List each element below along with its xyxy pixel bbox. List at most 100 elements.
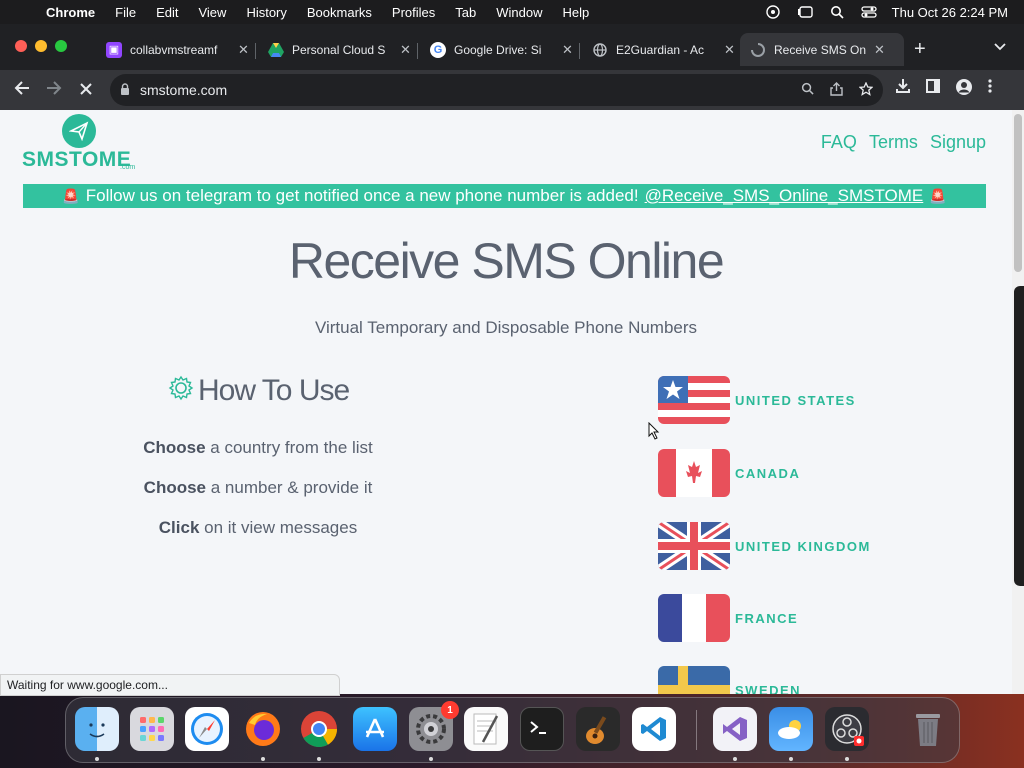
visual-studio-icon[interactable] bbox=[713, 707, 757, 751]
new-tab-button[interactable]: + bbox=[914, 38, 926, 61]
country-name[interactable]: FRANCE bbox=[735, 611, 798, 626]
tab-strip: ▣ collabvmstreamf ✕ Personal Cloud S ✕ G… bbox=[0, 24, 1024, 70]
app-store-icon[interactable] bbox=[353, 707, 397, 751]
country-france[interactable]: FRANCE bbox=[658, 594, 798, 642]
launchpad-icon[interactable] bbox=[130, 707, 174, 751]
stage-manager-icon[interactable] bbox=[796, 5, 814, 19]
close-tab-icon[interactable]: ✕ bbox=[724, 42, 735, 58]
notification-badge: 1 bbox=[441, 701, 459, 719]
how-to-title: How To Use bbox=[198, 374, 350, 407]
step-text: a country from the list bbox=[205, 438, 373, 457]
canada-flag-icon bbox=[658, 449, 730, 497]
country-name[interactable]: UNITED KINGDOM bbox=[735, 539, 871, 554]
dock-separator bbox=[696, 710, 697, 750]
more-menu-icon[interactable] bbox=[987, 78, 993, 100]
garageband-icon[interactable] bbox=[576, 707, 620, 751]
site-logo[interactable]: SMSTOME .com bbox=[22, 114, 142, 172]
country-name[interactable]: UNITED STATES bbox=[735, 393, 856, 408]
running-indicator bbox=[789, 757, 793, 761]
step-1: Choose a country from the list bbox=[100, 438, 416, 458]
lock-icon[interactable] bbox=[120, 82, 130, 98]
minimize-window-button[interactable] bbox=[35, 40, 47, 52]
nav-faq-link[interactable]: FAQ bbox=[821, 132, 857, 153]
logo-subtext: .com bbox=[120, 164, 136, 171]
menu-help[interactable]: Help bbox=[553, 5, 600, 20]
top-nav: FAQ Terms Signup bbox=[821, 132, 986, 153]
step-bold: Click bbox=[158, 518, 200, 537]
banner-text: Follow us on telegram to get notified on… bbox=[85, 186, 639, 205]
loading-icon bbox=[750, 42, 766, 58]
web-page: SMSTOME .com FAQ Terms Signup 🚨 Follow u… bbox=[0, 110, 1012, 694]
tab-separator bbox=[579, 43, 580, 59]
menu-tab[interactable]: Tab bbox=[445, 5, 486, 20]
tab-separator bbox=[417, 43, 418, 59]
menu-profiles[interactable]: Profiles bbox=[382, 5, 445, 20]
country-canada[interactable]: CANADA bbox=[658, 449, 800, 497]
trash-icon[interactable] bbox=[906, 707, 950, 751]
close-window-button[interactable] bbox=[15, 40, 27, 52]
textedit-icon[interactable] bbox=[464, 707, 508, 751]
zoom-window-button[interactable] bbox=[55, 40, 67, 52]
telegram-link[interactable]: @Receive_SMS_Online_SMSTOME bbox=[645, 186, 924, 206]
control-center-icon[interactable] bbox=[860, 5, 878, 19]
chrome-icon[interactable] bbox=[297, 707, 341, 751]
menu-bookmarks[interactable]: Bookmarks bbox=[297, 5, 382, 20]
finder-icon[interactable] bbox=[75, 707, 119, 751]
back-arrow-icon[interactable] bbox=[6, 80, 38, 101]
dock: 1 bbox=[65, 697, 960, 763]
bookmark-star-icon[interactable] bbox=[858, 80, 874, 99]
menu-window[interactable]: Window bbox=[486, 5, 552, 20]
profile-avatar-icon[interactable] bbox=[955, 78, 973, 100]
country-united-kingdom[interactable]: UNITED KINGDOM bbox=[658, 522, 871, 570]
tab-search-icon[interactable] bbox=[994, 40, 1006, 54]
menu-file[interactable]: File bbox=[105, 5, 146, 20]
screen-share-icon[interactable] bbox=[764, 5, 782, 19]
settings-icon[interactable]: 1 bbox=[409, 701, 459, 751]
stop-loading-icon[interactable] bbox=[70, 80, 102, 101]
running-indicator bbox=[733, 757, 737, 761]
tab-google-drive[interactable]: G Google Drive: Si ✕ bbox=[420, 33, 583, 66]
country-name[interactable]: SWEDEN bbox=[735, 683, 801, 695]
vscode-icon[interactable] bbox=[632, 707, 676, 751]
country-united-states[interactable]: UNITED STATES bbox=[658, 376, 856, 424]
url-text[interactable]: smstome.com bbox=[140, 82, 227, 98]
close-tab-icon[interactable]: ✕ bbox=[874, 42, 885, 58]
nav-terms-link[interactable]: Terms bbox=[869, 132, 918, 153]
close-tab-icon[interactable]: ✕ bbox=[238, 42, 249, 58]
tab-receive-sms[interactable]: Receive SMS On ✕ bbox=[740, 33, 904, 66]
close-tab-icon[interactable]: ✕ bbox=[562, 42, 573, 58]
close-tab-icon[interactable]: ✕ bbox=[400, 42, 411, 58]
running-indicator bbox=[95, 757, 99, 761]
safari-icon[interactable] bbox=[185, 707, 229, 751]
tab-e2guardian[interactable]: E2Guardian - Ac ✕ bbox=[582, 33, 745, 66]
scrollbar-thumb[interactable] bbox=[1014, 114, 1022, 272]
menu-app-name[interactable]: Chrome bbox=[36, 5, 105, 20]
weather-icon[interactable] bbox=[769, 707, 813, 751]
terminal-icon[interactable] bbox=[520, 707, 564, 751]
menu-history[interactable]: History bbox=[236, 5, 296, 20]
share-icon[interactable] bbox=[830, 81, 843, 99]
menubar-clock[interactable]: Thu Oct 26 2:24 PM bbox=[892, 5, 1008, 20]
step-text: on it view messages bbox=[199, 518, 358, 537]
us-flag-icon bbox=[658, 376, 730, 424]
search-icon[interactable] bbox=[828, 5, 846, 19]
menu-view[interactable]: View bbox=[188, 5, 236, 20]
menu-edit[interactable]: Edit bbox=[146, 5, 188, 20]
firefox-icon[interactable] bbox=[241, 707, 285, 751]
forward-arrow-icon[interactable] bbox=[38, 80, 70, 101]
side-panel-icon[interactable] bbox=[925, 78, 941, 100]
tab-personal-cloud[interactable]: Personal Cloud S ✕ bbox=[258, 33, 421, 66]
download-icon[interactable] bbox=[895, 78, 911, 100]
obs-icon[interactable] bbox=[825, 707, 869, 751]
browser-toolbar: smstome.com bbox=[0, 70, 1024, 110]
google-icon: G bbox=[430, 41, 446, 58]
tab-collabvm[interactable]: ▣ collabvmstreamf ✕ bbox=[96, 33, 259, 66]
running-indicator bbox=[845, 757, 849, 761]
zoom-search-icon[interactable] bbox=[801, 82, 814, 99]
google-drive-icon bbox=[268, 42, 284, 58]
address-bar[interactable]: smstome.com bbox=[110, 74, 883, 106]
nav-signup-link[interactable]: Signup bbox=[930, 132, 986, 153]
how-to-heading: How To Use bbox=[168, 374, 350, 408]
country-name[interactable]: CANADA bbox=[735, 466, 800, 481]
country-sweden[interactable]: SWEDEN bbox=[658, 666, 801, 694]
